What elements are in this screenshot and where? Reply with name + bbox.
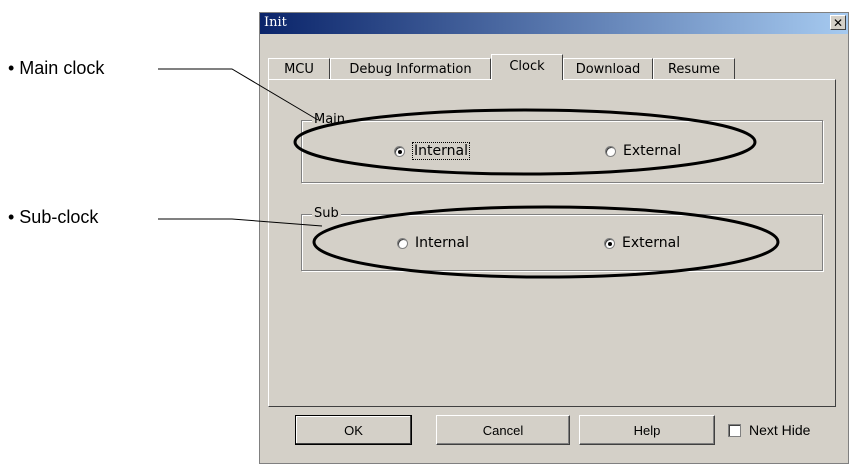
- checkbox-icon: [728, 423, 741, 437]
- help-button[interactable]: Help: [579, 415, 715, 445]
- clock-tab-panel: Main Internal External Sub Internal Exte…: [268, 79, 836, 407]
- sub-group-label: Sub: [312, 206, 341, 221]
- tab-download[interactable]: Download: [563, 58, 653, 80]
- init-dialog: Init ✕ MCU Debug Information Clock Downl…: [259, 12, 849, 464]
- tab-mcu[interactable]: MCU: [268, 58, 330, 80]
- sub-external-label: External: [622, 235, 681, 251]
- main-internal-radio[interactable]: Internal: [394, 142, 470, 160]
- main-clock-callout: • Main clock: [8, 58, 105, 78]
- sub-clock-callout: • Sub-clock: [8, 207, 99, 227]
- ok-button[interactable]: OK: [295, 415, 412, 445]
- tab-clock[interactable]: Clock: [491, 54, 563, 80]
- tab-resume[interactable]: Resume: [653, 58, 735, 80]
- sub-internal-radio[interactable]: Internal: [397, 235, 469, 251]
- next-hide-label: Next Hide: [749, 422, 811, 438]
- radio-checked-icon: [394, 145, 405, 157]
- main-external-label: External: [623, 143, 682, 159]
- sub-internal-label: Internal: [415, 235, 469, 251]
- tab-debug-information[interactable]: Debug Information: [330, 58, 491, 80]
- sub-external-radio[interactable]: External: [604, 235, 680, 251]
- radio-unchecked-icon: [397, 237, 408, 249]
- title-bar[interactable]: Init ✕: [260, 13, 848, 34]
- dialog-title: Init: [264, 15, 287, 30]
- main-external-radio[interactable]: External: [605, 143, 681, 159]
- close-icon[interactable]: ✕: [830, 15, 846, 30]
- next-hide-checkbox[interactable]: Next Hide: [728, 422, 810, 438]
- cancel-button[interactable]: Cancel: [436, 415, 570, 445]
- main-internal-label: Internal: [412, 142, 470, 160]
- radio-checked-icon: [604, 237, 615, 249]
- main-group: Main Internal External: [301, 112, 823, 183]
- main-group-label: Main: [312, 112, 348, 127]
- sub-group: Sub Internal External: [301, 206, 823, 271]
- radio-unchecked-icon: [605, 145, 616, 157]
